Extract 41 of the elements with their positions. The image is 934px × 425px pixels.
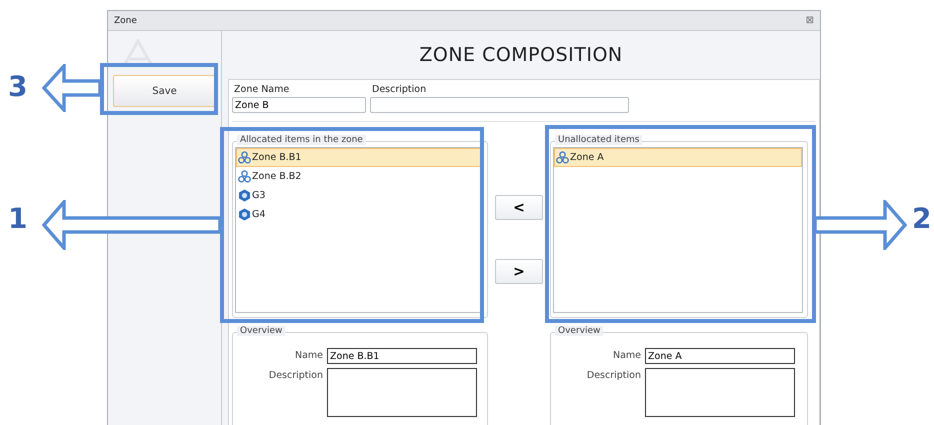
field-label: Description	[586, 369, 641, 381]
callout-number: 2	[912, 202, 932, 235]
callout-number: 3	[8, 70, 28, 103]
item-label: Zone B.B2	[252, 171, 302, 182]
text-field[interactable]: Zone B	[232, 97, 366, 113]
hexagon-icon	[238, 189, 251, 202]
list-item[interactable]: Zone A	[554, 148, 802, 167]
group-legend: Overview	[237, 326, 286, 336]
circles-icon	[238, 151, 251, 164]
text-field[interactable]	[370, 97, 629, 113]
circles-icon	[556, 151, 569, 164]
list-item[interactable]: G3	[236, 186, 482, 205]
circles-icon	[238, 170, 251, 183]
list-item[interactable]: Zone B.B1	[236, 148, 482, 167]
field-label: Name	[294, 349, 323, 361]
move-button[interactable]: <	[495, 195, 543, 220]
arrow	[42, 64, 100, 112]
list-item[interactable]: G4	[236, 205, 482, 224]
close-button[interactable]: ⊠	[806, 15, 814, 26]
description-field[interactable]	[645, 368, 795, 417]
field-label: Zone Name	[233, 84, 290, 95]
field-label: Name	[612, 349, 641, 361]
item-label: Zone A	[570, 152, 604, 163]
group-legend: Overview	[555, 326, 604, 336]
window-title: Zone	[114, 16, 137, 26]
move-button[interactable]: >	[495, 259, 543, 284]
item-label: G3	[252, 190, 266, 201]
callout-number: 1	[8, 202, 28, 235]
group-legend: Unallocated items	[555, 135, 642, 145]
list-item[interactable]: Zone B.B2	[236, 167, 482, 186]
item-label: G4	[252, 209, 266, 220]
group-legend: Allocated items in the zone	[237, 135, 366, 145]
name-field[interactable]: Zone B.B1	[327, 348, 477, 364]
name-field[interactable]: Zone A	[645, 348, 795, 364]
save-button[interactable]: Save	[112, 75, 216, 107]
hexagon-icon	[238, 208, 251, 221]
page-heading: ZONE COMPOSITION	[418, 43, 624, 68]
field-label: Description	[268, 369, 323, 381]
description-field[interactable]	[327, 368, 477, 417]
field-label: Description	[371, 84, 428, 95]
item-label: Zone B.B1	[252, 152, 302, 163]
